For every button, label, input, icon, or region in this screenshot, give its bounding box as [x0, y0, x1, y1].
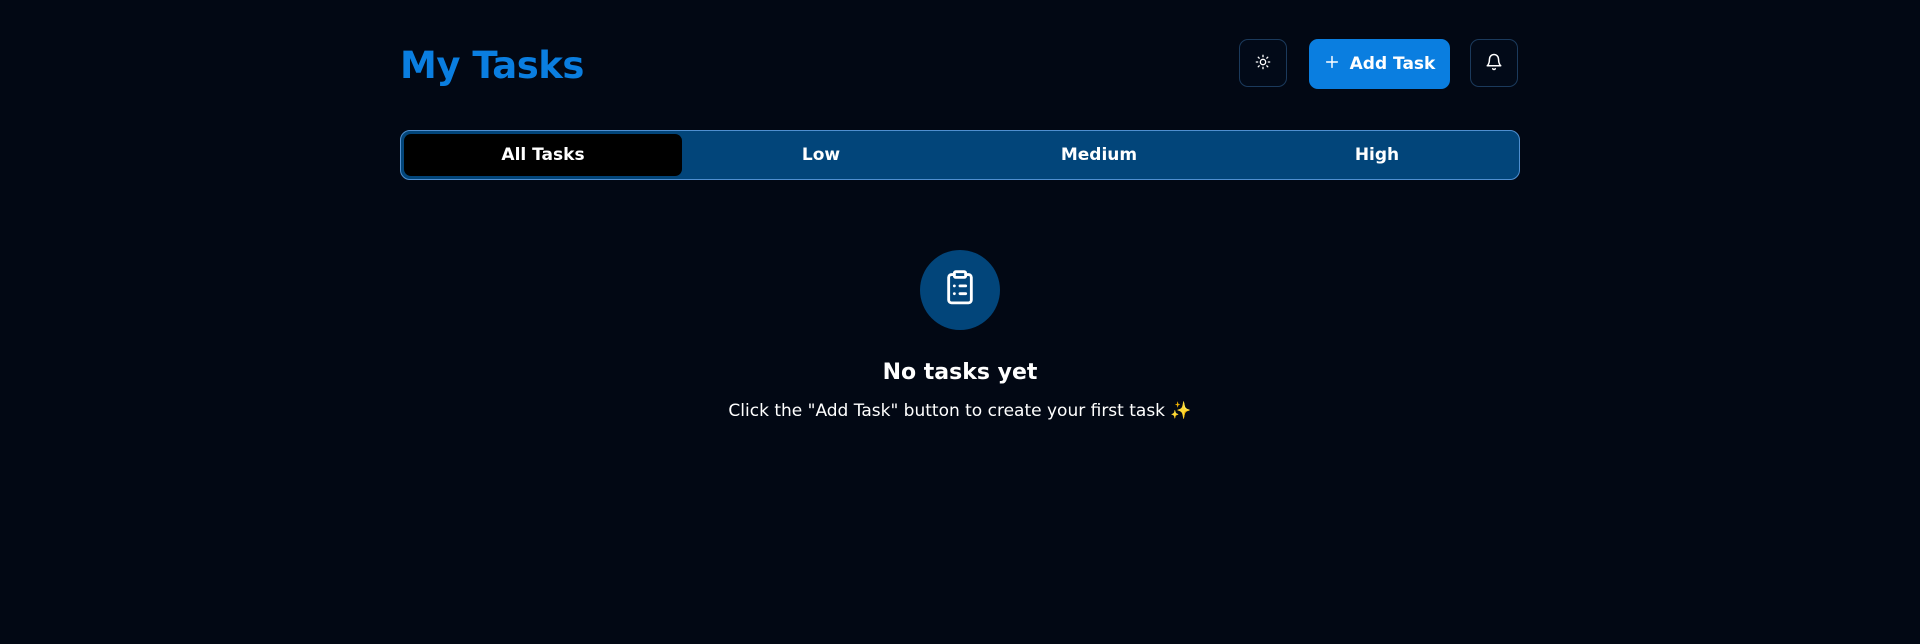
notifications-button[interactable]: [1470, 39, 1518, 87]
tab-medium[interactable]: Medium: [960, 134, 1238, 176]
empty-state-title: No tasks yet: [882, 360, 1038, 385]
tab-high[interactable]: High: [1238, 134, 1516, 176]
empty-state-icon-circle: [920, 250, 1000, 330]
header: My Tasks Add Task: [400, 39, 1520, 91]
sun-icon: [1255, 54, 1271, 73]
empty-state-message: Click the "Add Task" button to create yo…: [728, 401, 1192, 421]
tab-all-tasks[interactable]: All Tasks: [404, 134, 682, 176]
plus-icon: [1324, 54, 1340, 75]
priority-filter-tabs: All Tasks Low Medium High: [400, 130, 1520, 180]
tab-low[interactable]: Low: [682, 134, 960, 176]
bell-icon: [1485, 53, 1503, 74]
empty-state: No tasks yet Click the "Add Task" button…: [400, 250, 1520, 422]
add-task-label: Add Task: [1349, 54, 1436, 74]
clipboard-list-icon: [943, 269, 977, 311]
theme-toggle-button[interactable]: [1239, 39, 1287, 87]
page-title: My Tasks: [400, 44, 584, 87]
add-task-button[interactable]: Add Task: [1309, 39, 1450, 89]
